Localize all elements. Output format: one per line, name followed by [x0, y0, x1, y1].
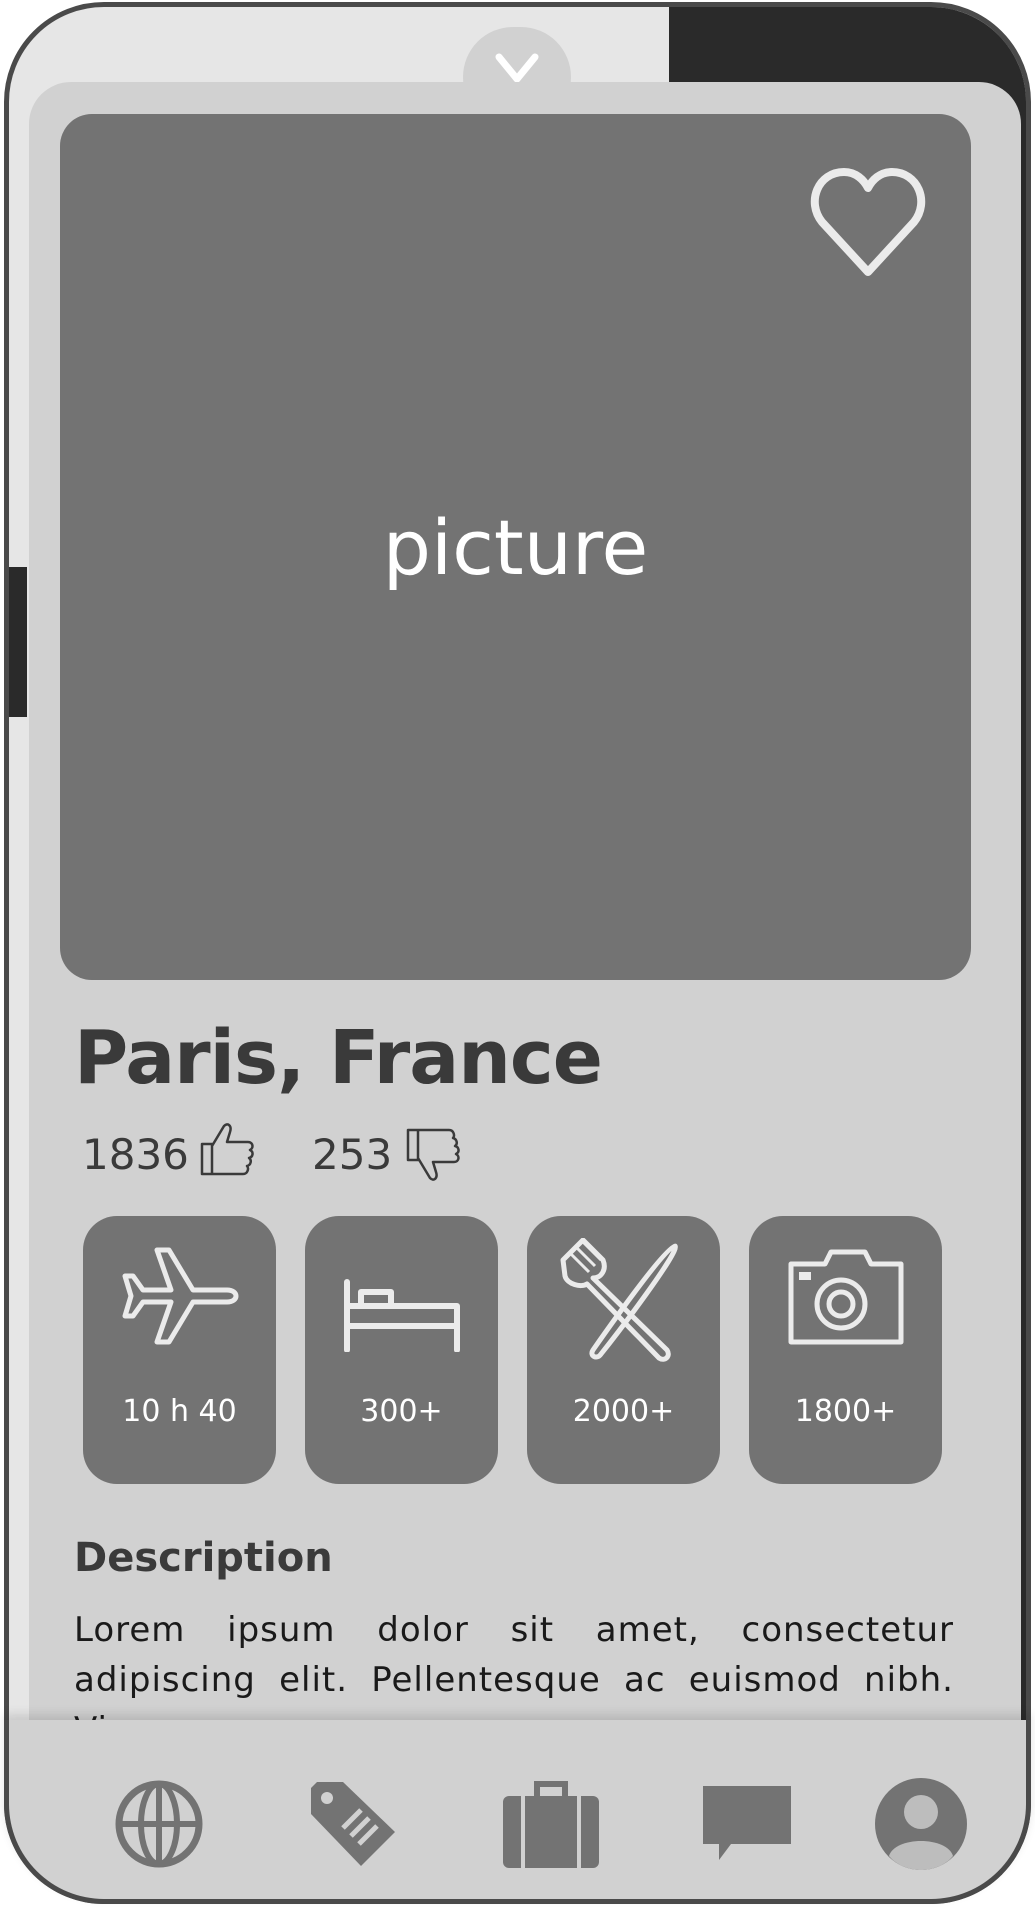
nav-messages[interactable]	[697, 1774, 797, 1874]
hotels-tile[interactable]: 300+	[305, 1216, 498, 1484]
favorite-button[interactable]	[808, 164, 928, 284]
nav-explore[interactable]	[109, 1774, 209, 1874]
airplane-icon	[122, 1247, 239, 1345]
nav-trips[interactable]	[501, 1774, 601, 1874]
camera-icon	[788, 1249, 904, 1345]
chat-icon	[703, 1786, 791, 1860]
restaurants-tile[interactable]: 2000+	[527, 1216, 720, 1484]
bed-icon	[344, 1279, 460, 1352]
picture-placeholder-label: picture	[382, 502, 649, 592]
heart-icon	[810, 168, 926, 276]
flight-time-label: 10 h 40	[122, 1394, 237, 1429]
description-heading: Description	[74, 1535, 333, 1581]
dislikes-count: 253	[312, 1130, 393, 1179]
bottom-navigation	[4, 1720, 1031, 1904]
briefcase-icon	[503, 1781, 599, 1868]
thumbs-up-icon[interactable]	[198, 1120, 256, 1178]
likes-count: 1836	[82, 1130, 189, 1179]
cutlery-icon	[560, 1238, 678, 1362]
destination-title: Paris, France	[74, 1015, 603, 1101]
background-map-left	[9, 567, 27, 717]
nav-profile[interactable]	[871, 1774, 971, 1874]
globe-icon	[115, 1780, 203, 1868]
photo-spots-tile[interactable]: 1800+	[749, 1216, 942, 1484]
flight-time-tile[interactable]: 10 h 40	[83, 1216, 276, 1484]
photo-spots-label: 1800+	[794, 1394, 897, 1429]
restaurants-label: 2000+	[572, 1394, 675, 1429]
tag-icon	[311, 1782, 395, 1866]
votes-row: 1836 253	[0, 1123, 1035, 1190]
hotels-label: 300+	[360, 1394, 443, 1429]
nav-deals[interactable]	[303, 1774, 403, 1874]
profile-icon	[875, 1778, 967, 1870]
thumbs-down-icon[interactable]	[404, 1126, 464, 1186]
